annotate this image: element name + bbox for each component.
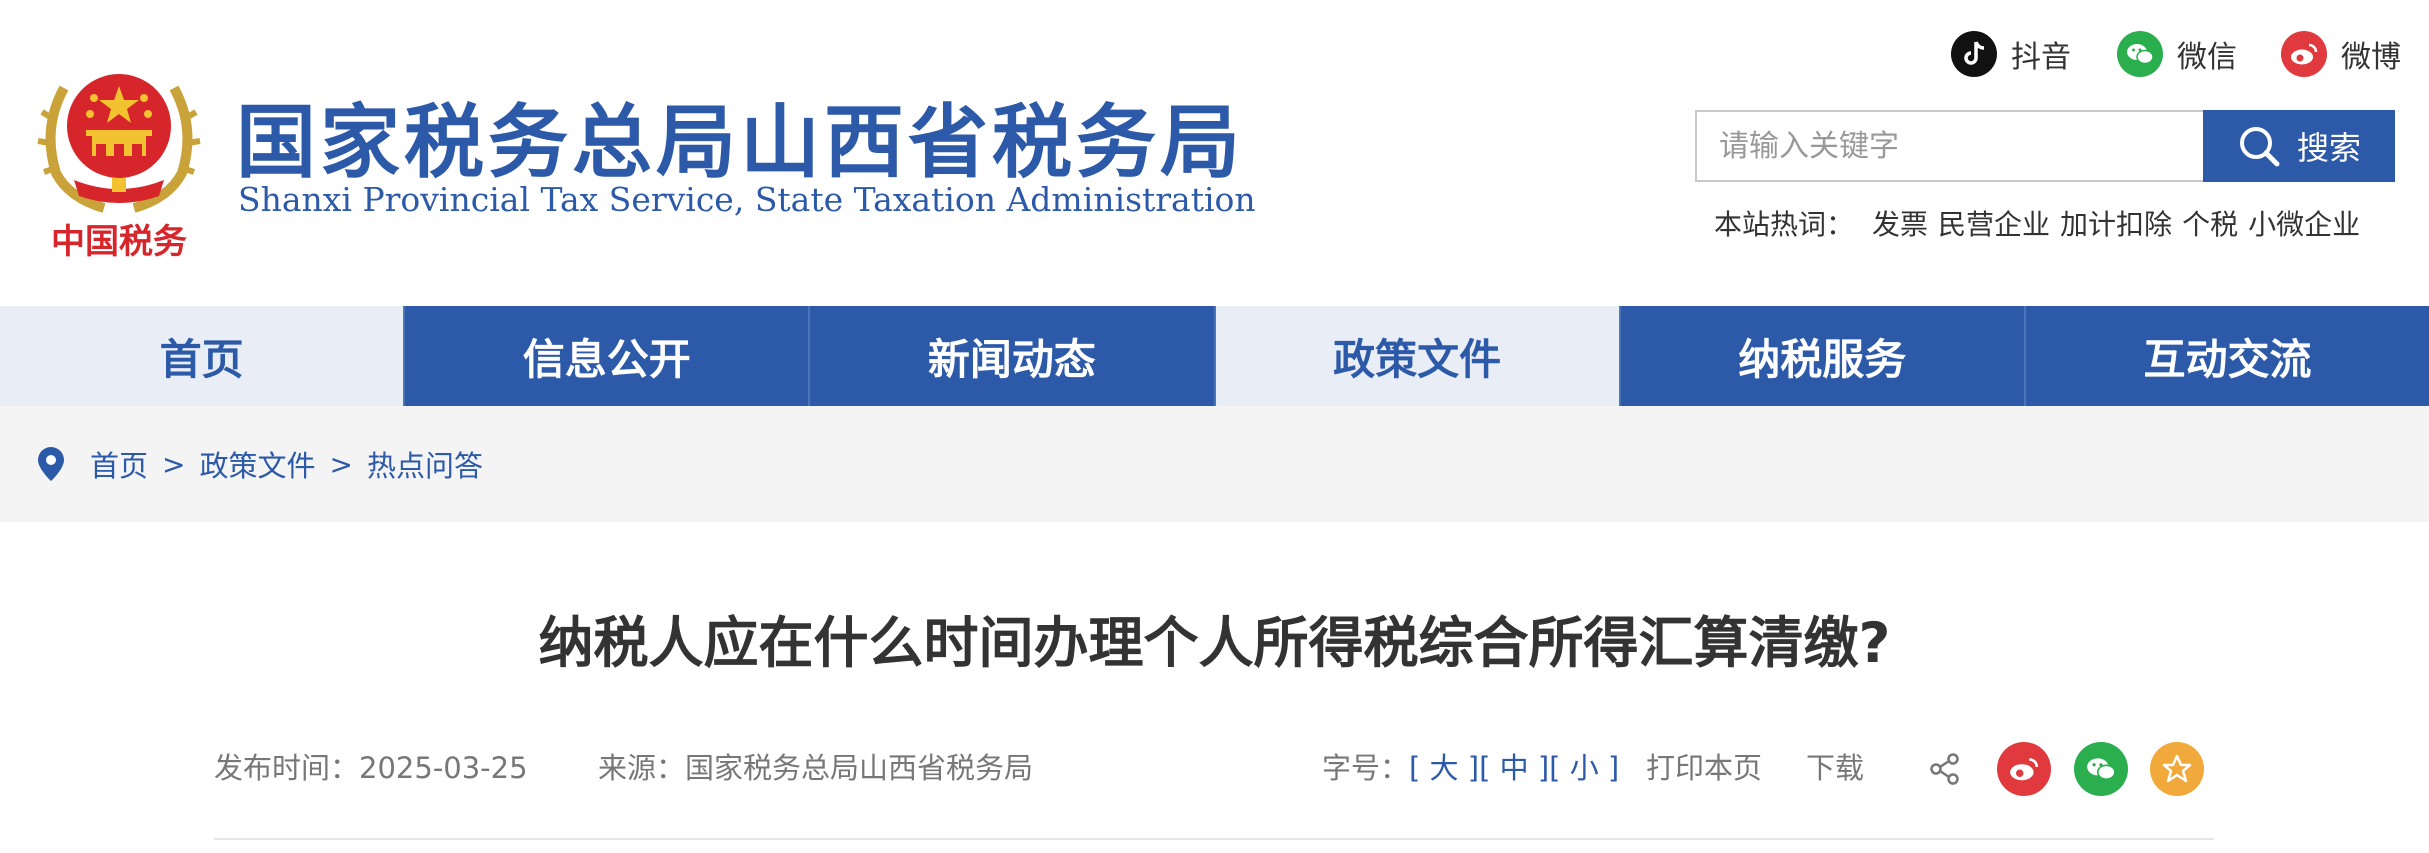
douyin-link[interactable]: 抖音 — [1951, 30, 2071, 78]
wechat-icon — [2087, 758, 2116, 780]
search-button-label: 搜索 — [2296, 129, 2361, 167]
meta-divider — [214, 838, 2214, 840]
font-size-medium-button[interactable]: [ 中 ] — [1479, 751, 1549, 785]
font-size-small-button[interactable]: [ 小 ] — [1549, 751, 1619, 785]
search-input[interactable] — [1697, 112, 2203, 180]
print-page-button[interactable]: 打印本页 — [1646, 745, 1762, 787]
hot-word-additional-deduction[interactable]: 加计扣除 — [2060, 203, 2172, 243]
breadcrumb-home[interactable]: 首页 — [90, 443, 148, 485]
share-icon — [1930, 753, 1959, 785]
breadcrumb: 首页 > 政策文件 > 热点问答 — [0, 406, 2429, 522]
weibo-icon — [2281, 31, 2327, 77]
national-emblem-logo: 中国税务 — [37, 74, 201, 262]
source-info: 来源：国家税务总局山西省税务局 — [598, 745, 1033, 787]
font-size-large-button[interactable]: [ 大 ] — [1409, 751, 1479, 785]
weibo-icon — [2010, 758, 2039, 781]
wechat-link[interactable]: 微信 — [2117, 30, 2237, 78]
publish-date: 2025-03-25 — [359, 751, 528, 785]
source-label: 来源： — [598, 751, 686, 785]
wechat-label: 微信 — [2177, 40, 2237, 75]
star-icon — [2162, 754, 2192, 783]
share-weibo-button[interactable] — [1997, 742, 2051, 796]
publish-label: 发布时间： — [214, 751, 360, 785]
nav-item-news[interactable]: 新闻动态 — [810, 306, 1216, 406]
nav-item-tax-service[interactable]: 纳税服务 — [1620, 306, 2026, 406]
wechat-icon — [2117, 31, 2163, 77]
source-name: 国家税务总局山西省税务局 — [685, 751, 1034, 785]
font-size-control: 字号：[ 大 ][ 中 ][ 小 ] — [1322, 745, 1619, 787]
font-size-label: 字号： — [1322, 751, 1410, 785]
hot-word-invoice[interactable]: 发票 — [1872, 203, 1928, 243]
nav-item-interaction[interactable]: 互动交流 — [2025, 306, 2429, 406]
hot-words: 本站热词： 发票 民营企业 加计扣除 个税 小微企业 — [1714, 203, 2360, 243]
download-button[interactable]: 下载 — [1806, 745, 1864, 787]
site-header: 中国税务 国家税务总局山西省税务局 Shanxi Provincial Tax … — [0, 0, 2429, 306]
nav-item-home[interactable]: 首页 — [0, 306, 406, 406]
breadcrumb-hot-qa[interactable]: 热点问答 — [367, 443, 483, 485]
nav-item-info-disclosure[interactable]: 信息公开 — [405, 306, 811, 406]
main-nav: 首页 信息公开 新闻动态 政策文件 纳税服务 互动交流 — [0, 306, 2429, 406]
svg-text:中国税务: 中国税务 — [51, 222, 187, 262]
douyin-label: 抖音 — [2011, 40, 2071, 75]
hot-word-small-enterprise[interactable]: 小微企业 — [2248, 203, 2360, 243]
weibo-link[interactable]: 微博 — [2281, 30, 2401, 78]
site-title: 国家税务总局山西省税务局 — [236, 96, 1244, 189]
search-box — [1695, 110, 2205, 182]
hot-word-private-enterprise[interactable]: 民营企业 — [1938, 203, 2050, 243]
search-icon — [2239, 127, 2280, 167]
publish-info: 发布时间：2025-03-25 — [214, 745, 528, 787]
article-title: 纳税人应在什么时间办理个人所得税综合所得汇算清缴? — [538, 611, 1891, 675]
weibo-label: 微博 — [2341, 40, 2401, 75]
location-pin-icon — [38, 447, 64, 481]
search-button[interactable]: 搜索 — [2203, 110, 2395, 182]
nav-item-policy[interactable]: 政策文件 — [1215, 306, 1621, 406]
share-button[interactable] — [1918, 742, 1972, 796]
breadcrumb-separator: > — [329, 447, 353, 481]
site-subtitle: Shanxi Provincial Tax Service, State Tax… — [238, 180, 1256, 219]
hot-word-individual-tax[interactable]: 个税 — [2182, 203, 2238, 243]
hot-words-label: 本站热词： — [1714, 208, 1855, 241]
breadcrumb-policy[interactable]: 政策文件 — [199, 443, 315, 485]
douyin-icon — [1951, 31, 1997, 77]
breadcrumb-separator: > — [162, 447, 186, 481]
share-wechat-button[interactable] — [2074, 742, 2128, 796]
favorite-button[interactable] — [2150, 742, 2204, 796]
